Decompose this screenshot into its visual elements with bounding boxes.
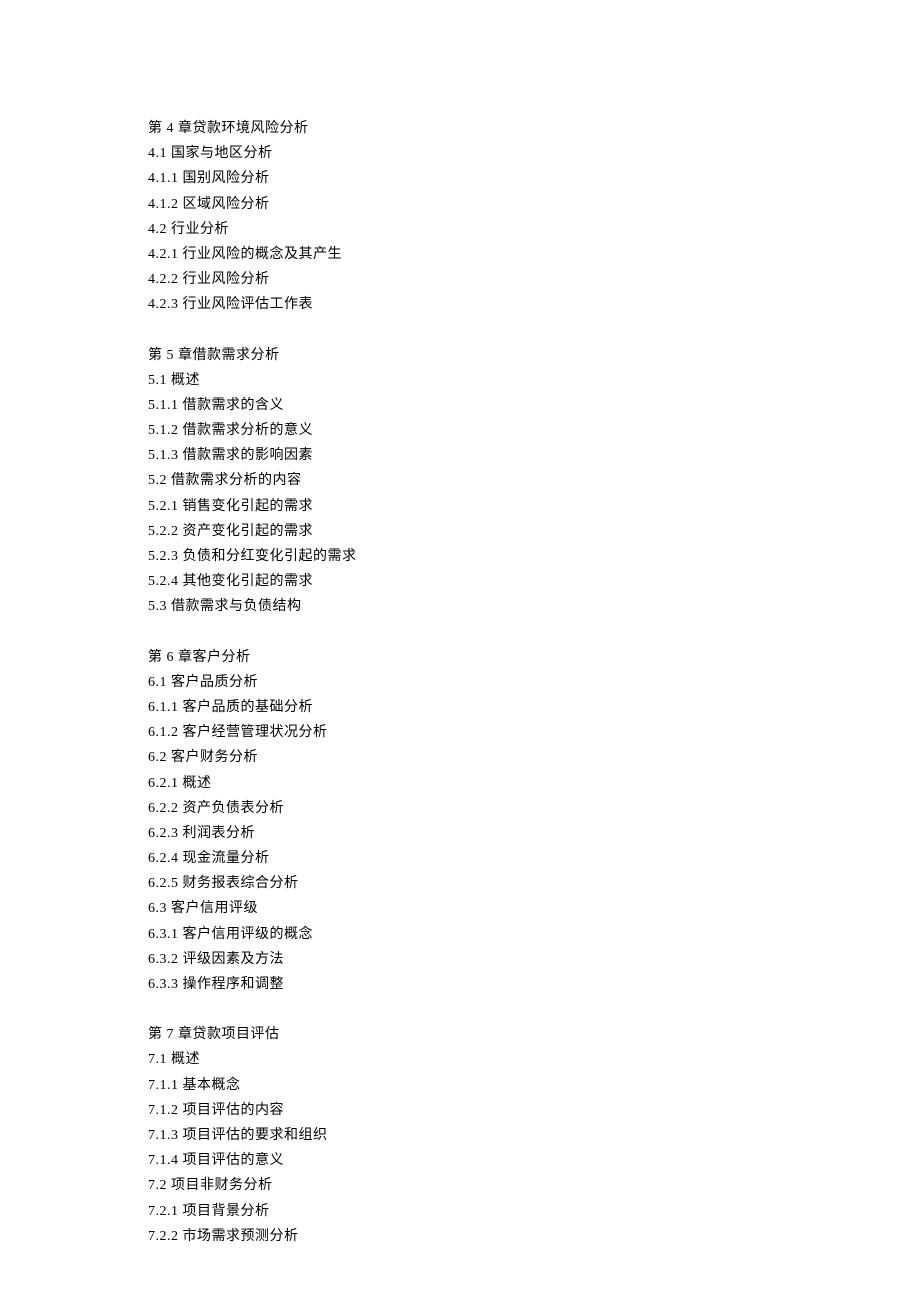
toc-line: 6.3.2 评级因素及方法 [148, 947, 772, 972]
toc-line: 第 5 章借款需求分析 [148, 343, 772, 368]
toc-line: 第 7 章贷款项目评估 [148, 1022, 772, 1047]
document-page: 第 4 章贷款环境风险分析 4.1 国家与地区分析 4.1.1 国别风险分析 4… [0, 0, 920, 1249]
toc-line: 4.2 行业分析 [148, 217, 772, 242]
toc-line: 7.1.2 项目评估的内容 [148, 1098, 772, 1123]
toc-line: 4.2.3 行业风险评估工作表 [148, 292, 772, 317]
toc-line: 5.2.1 销售变化引起的需求 [148, 494, 772, 519]
toc-line: 6.2.2 资产负债表分析 [148, 796, 772, 821]
chapter-7-block: 第 7 章贷款项目评估 7.1 概述 7.1.1 基本概念 7.1.2 项目评估… [148, 1022, 772, 1249]
toc-line: 4.1 国家与地区分析 [148, 141, 772, 166]
toc-line: 6.2.1 概述 [148, 771, 772, 796]
toc-line: 5.2.4 其他变化引起的需求 [148, 569, 772, 594]
chapter-6-block: 第 6 章客户分析 6.1 客户品质分析 6.1.1 客户品质的基础分析 6.1… [148, 645, 772, 998]
toc-line: 6.2 客户财务分析 [148, 745, 772, 770]
toc-line: 5.1.2 借款需求分析的意义 [148, 418, 772, 443]
toc-line: 6.3 客户信用评级 [148, 896, 772, 921]
toc-line: 7.1.3 项目评估的要求和组织 [148, 1123, 772, 1148]
toc-line: 第 4 章贷款环境风险分析 [148, 116, 772, 141]
toc-line: 6.3.3 操作程序和调整 [148, 972, 772, 997]
chapter-4-block: 第 4 章贷款环境风险分析 4.1 国家与地区分析 4.1.1 国别风险分析 4… [148, 116, 772, 318]
toc-line: 5.1.1 借款需求的含义 [148, 393, 772, 418]
toc-line: 6.2.4 现金流量分析 [148, 846, 772, 871]
toc-line: 5.2 借款需求分析的内容 [148, 468, 772, 493]
toc-line: 5.2.3 负债和分红变化引起的需求 [148, 544, 772, 569]
toc-line: 6.2.5 财务报表综合分析 [148, 871, 772, 896]
toc-line: 7.2 项目非财务分析 [148, 1173, 772, 1198]
toc-line: 6.1.1 客户品质的基础分析 [148, 695, 772, 720]
toc-line: 5.2.2 资产变化引起的需求 [148, 519, 772, 544]
toc-line: 5.3 借款需求与负债结构 [148, 594, 772, 619]
toc-line: 4.1.1 国别风险分析 [148, 166, 772, 191]
toc-line: 6.2.3 利润表分析 [148, 821, 772, 846]
toc-line: 7.1.1 基本概念 [148, 1073, 772, 1098]
toc-line: 7.1.4 项目评估的意义 [148, 1148, 772, 1173]
toc-line: 5.1 概述 [148, 368, 772, 393]
toc-line: 4.2.2 行业风险分析 [148, 267, 772, 292]
toc-line: 7.2.2 市场需求预测分析 [148, 1224, 772, 1249]
toc-line: 7.1 概述 [148, 1047, 772, 1072]
toc-line: 7.2.1 项目背景分析 [148, 1199, 772, 1224]
toc-line: 第 6 章客户分析 [148, 645, 772, 670]
toc-line: 6.3.1 客户信用评级的概念 [148, 922, 772, 947]
toc-line: 5.1.3 借款需求的影响因素 [148, 443, 772, 468]
toc-line: 4.2.1 行业风险的概念及其产生 [148, 242, 772, 267]
toc-line: 6.1 客户品质分析 [148, 670, 772, 695]
chapter-5-block: 第 5 章借款需求分析 5.1 概述 5.1.1 借款需求的含义 5.1.2 借… [148, 343, 772, 620]
toc-line: 4.1.2 区域风险分析 [148, 192, 772, 217]
toc-line: 6.1.2 客户经营管理状况分析 [148, 720, 772, 745]
